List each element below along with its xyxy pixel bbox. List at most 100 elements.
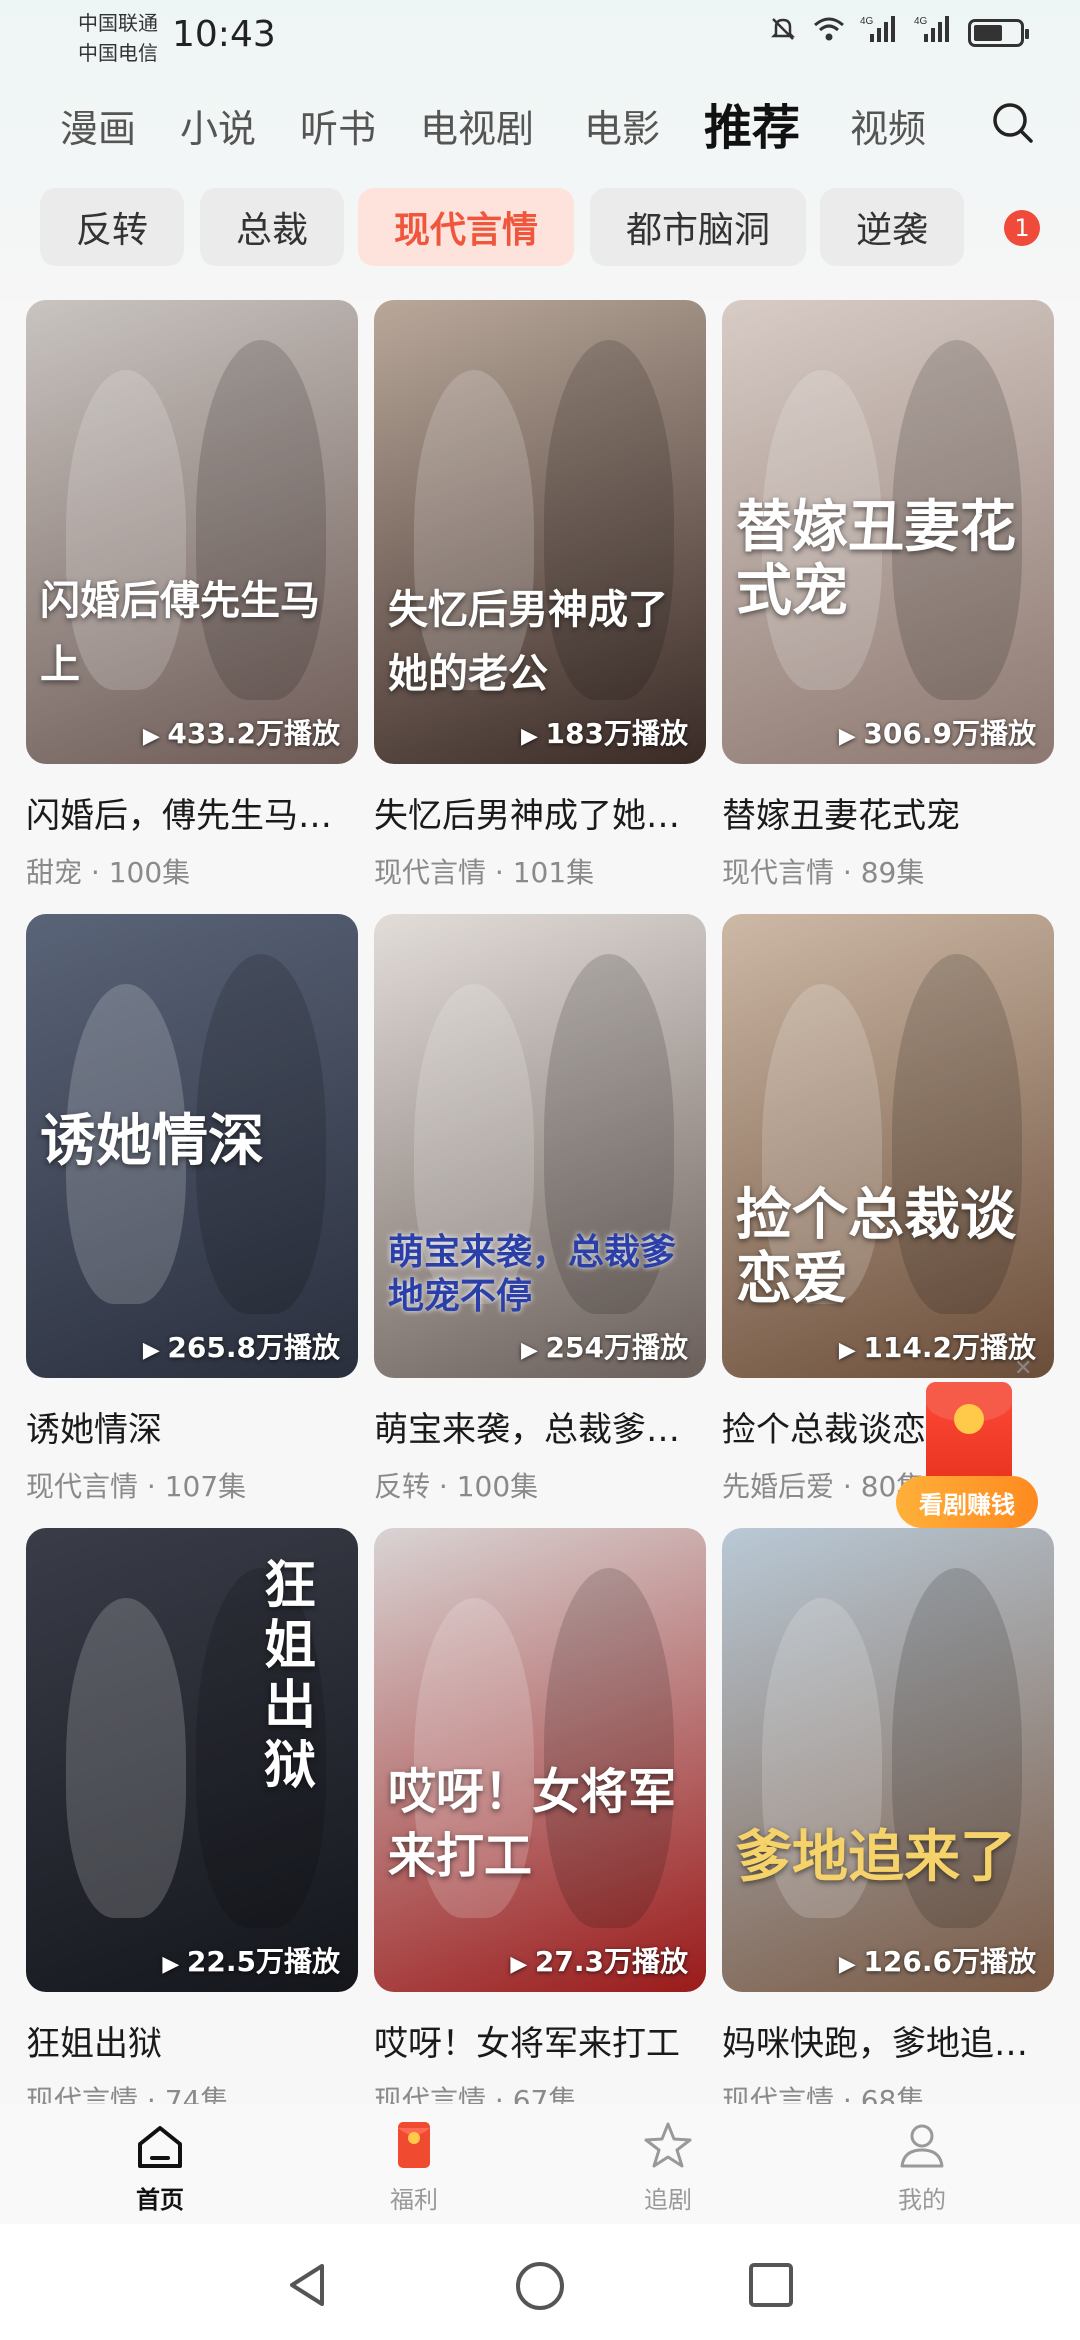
drama-card[interactable]: 爹地追来了 126.6万播放 妈咪快跑，爹地追来了 现代言情 · 68集 xyxy=(722,1528,1054,2119)
poster-image: 萌宝来袭，总裁爹地宠不停 254万播放 xyxy=(374,914,706,1378)
card-title: 萌宝来袭，总裁爹地宠不停 xyxy=(374,1410,706,1450)
nav-profile-label: 我的 xyxy=(898,2186,946,2214)
drama-card[interactable]: 哎呀！女将军来打工 27.3万播放 哎呀！女将军来打工 现代言情 · 67集 xyxy=(374,1528,706,2119)
card-title: 妈咪快跑，爹地追来了 xyxy=(722,2024,1054,2064)
status-bar: 中国联通 中国电信 10:43 4G 4G xyxy=(0,0,1080,80)
poster-title: 哎呀！女将军来打工 xyxy=(388,1764,677,1884)
tab-recommended[interactable]: 推荐 xyxy=(695,88,807,158)
poster-title: 捡个总裁谈恋爱 xyxy=(736,1182,1016,1313)
play-count: 306.9万播放 xyxy=(839,712,1036,752)
poster-image: 替嫁丑妻花式宠 306.9万播放 xyxy=(722,300,1054,764)
svg-text:4G: 4G xyxy=(860,16,874,27)
nav-profile[interactable]: 我的 xyxy=(852,2118,992,2215)
recents-square-icon xyxy=(749,2263,793,2307)
card-meta: 甜宠 · 100集 xyxy=(26,856,191,889)
poster-image: 闪婚后傅先生马上 433.2万播放 xyxy=(26,300,358,764)
poster-title: 失忆后男神成了她的老公 xyxy=(388,586,668,698)
chip-urban-fantasy[interactable]: 都市脑洞 xyxy=(590,188,806,266)
notification-badge[interactable]: 1 xyxy=(1004,210,1040,246)
poster-title: 萌宝来袭，总裁爹地宠不停 xyxy=(388,1230,677,1317)
poster-image: 狂姐出狱 22.5万播放 xyxy=(26,1528,358,1992)
chip-reversal[interactable]: 反转 xyxy=(40,188,184,266)
drama-card[interactable]: 失忆后男神成了她的老公 183万播放 失忆后男神成了她的老公 现代言情 · 10… xyxy=(374,300,706,891)
system-nav-bar xyxy=(0,2224,1080,2340)
tab-audiobooks[interactable]: 听书 xyxy=(300,98,376,153)
play-count: 265.8万播放 xyxy=(143,1326,340,1366)
poster-image: 失忆后男神成了她的老公 183万播放 xyxy=(374,300,706,764)
card-meta: 现代言情 · 107集 xyxy=(26,1470,247,1503)
poster-image: 哎呀！女将军来打工 27.3万播放 xyxy=(374,1528,706,1992)
card-title: 替嫁丑妻花式宠 xyxy=(722,796,960,836)
card-meta: 现代言情 · 89集 xyxy=(722,856,925,889)
category-nav: 漫画 小说 听书 电视剧 电影 推荐 视频 xyxy=(0,80,1080,170)
poster-image: 爹地追来了 126.6万播放 xyxy=(722,1528,1054,1992)
bottom-nav: 首页 福利 追剧 我的 xyxy=(0,2104,1080,2224)
play-count: 183万播放 xyxy=(521,712,688,752)
watch-earn-button[interactable]: 看剧赚钱 xyxy=(896,1476,1038,1528)
wifi-icon xyxy=(812,14,846,51)
carrier-2: 中国电信 xyxy=(78,41,158,65)
clock: 10:43 xyxy=(172,14,276,55)
genre-chips: 反转 总裁 现代言情 都市脑洞 逆袭 xyxy=(0,188,1080,268)
search-icon xyxy=(993,103,1033,143)
tab-novels[interactable]: 小说 xyxy=(180,98,256,153)
poster-image: 捡个总裁谈恋爱 114.2万播放 xyxy=(722,914,1054,1378)
nav-home[interactable]: 首页 xyxy=(90,2118,230,2215)
person-icon xyxy=(900,2124,944,2168)
svg-text:4G: 4G xyxy=(914,16,928,27)
card-title: 失忆后男神成了她的老公 xyxy=(374,796,706,836)
card-meta: 现代言情 · 101集 xyxy=(374,856,595,889)
poster-title: 诱她情深 xyxy=(40,1107,264,1174)
red-envelope-icon xyxy=(398,2122,430,2168)
play-count: 22.5万播放 xyxy=(162,1940,340,1980)
recents-button[interactable] xyxy=(746,2260,796,2314)
play-count: 114.2万播放 xyxy=(839,1326,1036,1366)
tab-videos[interactable]: 视频 xyxy=(850,98,926,153)
card-title: 诱她情深 xyxy=(26,1410,162,1450)
close-icon[interactable]: ✕ xyxy=(1014,1356,1032,1381)
home-circle-icon xyxy=(516,2262,564,2310)
poster-title: 替嫁丑妻花式宠 xyxy=(736,493,1016,624)
card-title: 哎呀！女将军来打工 xyxy=(374,2024,680,2064)
drama-card[interactable]: 诱她情深 265.8万播放 诱她情深 现代言情 · 107集 xyxy=(26,914,358,1505)
home-button[interactable] xyxy=(514,2260,566,2316)
nav-welfare-label: 福利 xyxy=(390,2186,438,2214)
back-button[interactable] xyxy=(282,2260,332,2314)
home-icon xyxy=(138,2126,182,2168)
drama-card[interactable]: 闪婚后傅先生马上 433.2万播放 闪婚后，傅先生马上要离婚 甜宠 · 100集 xyxy=(26,300,358,891)
carrier-1: 中国联通 xyxy=(78,11,158,35)
battery-icon xyxy=(968,18,1029,47)
tab-tv-series[interactable]: 电视剧 xyxy=(420,98,534,153)
carrier-info: 中国联通 中国电信 xyxy=(78,8,158,68)
play-count: 433.2万播放 xyxy=(143,712,340,752)
mute-icon xyxy=(768,14,798,51)
drama-card[interactable]: 萌宝来袭，总裁爹地宠不停 254万播放 萌宝来袭，总裁爹地宠不停 反转 · 10… xyxy=(374,914,706,1505)
signal-2-icon: 4G xyxy=(914,14,954,51)
nav-welfare[interactable]: 福利 xyxy=(344,2118,484,2215)
status-icons: 4G 4G xyxy=(768,14,1029,51)
red-envelope-icon[interactable] xyxy=(926,1382,1012,1486)
chip-ceo[interactable]: 总裁 xyxy=(200,188,344,266)
tab-comics[interactable]: 漫画 xyxy=(60,98,136,153)
card-title: 闪婚后，傅先生马上要离婚 xyxy=(26,796,358,836)
play-count: 27.3万播放 xyxy=(510,1940,688,1980)
play-count: 126.6万播放 xyxy=(839,1940,1036,1980)
drama-card[interactable]: 狂姐出狱 22.5万播放 狂姐出狱 现代言情 · 74集 xyxy=(26,1528,358,2119)
poster-title: 闪婚后傅先生马上 xyxy=(40,577,320,689)
drama-card[interactable]: 替嫁丑妻花式宠 306.9万播放 替嫁丑妻花式宠 现代言情 · 89集 xyxy=(722,300,1054,891)
chip-comeback[interactable]: 逆袭 xyxy=(820,188,964,266)
search-button[interactable] xyxy=(988,98,1038,148)
nav-home-label: 首页 xyxy=(136,2186,184,2214)
chip-modern-romance[interactable]: 现代言情 xyxy=(358,188,574,266)
back-triangle-icon xyxy=(290,2264,324,2306)
nav-following[interactable]: 追剧 xyxy=(598,2118,738,2215)
play-count: 254万播放 xyxy=(521,1326,688,1366)
poster-figure xyxy=(66,1598,186,1918)
poster-title: 爹地追来了 xyxy=(736,1823,1016,1890)
card-title: 狂姐出狱 xyxy=(26,2024,162,2064)
tab-movies[interactable]: 电影 xyxy=(584,98,660,153)
signal-1-icon: 4G xyxy=(860,14,900,51)
star-icon xyxy=(644,2122,692,2168)
poster-image: 诱她情深 265.8万播放 xyxy=(26,914,358,1378)
nav-following-label: 追剧 xyxy=(644,2186,692,2214)
